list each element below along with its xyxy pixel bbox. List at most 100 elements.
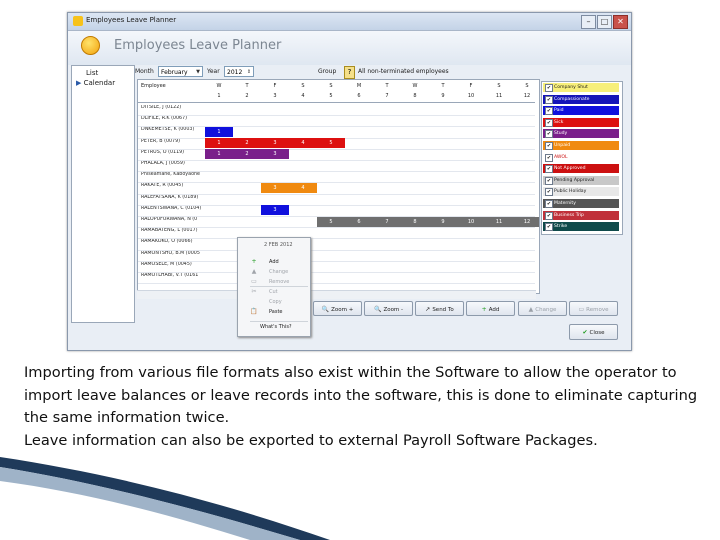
plus-icon: + [481,306,487,313]
legend-checkbox-icon[interactable]: ✔ [545,130,553,139]
employee-row-name[interactable]: RAMONTSHO, B.M (0005 [141,251,205,256]
leave-cell[interactable]: 1 [205,149,233,160]
leave-cell[interactable]: 1 [205,138,233,149]
legend-item-label: Strike [554,224,568,230]
legend-item[interactable]: ✔ Sick [543,117,619,127]
leave-cell[interactable]: 4 [289,138,317,149]
maximize-button[interactable]: □ [597,15,612,29]
legend-checkbox-icon[interactable]: ✔ [545,107,553,116]
employee-row-name[interactable]: DLIFILE, R.K (0067) [141,116,205,121]
legend-checkbox-icon[interactable]: ✔ [545,176,553,185]
leave-cell[interactable]: 11 [485,216,513,227]
group-value[interactable]: All non-terminated employees [358,68,449,75]
nav-item-list[interactable]: List [86,69,98,77]
leave-cell[interactable]: 10 [457,216,485,227]
legend-item[interactable]: ✔ Public Holiday [543,187,619,197]
legend-item[interactable]: ✔ Strike [543,222,619,232]
legend-item[interactable]: ✔ Company Shut [543,83,619,92]
legend-item-label: Compassionate [554,96,590,102]
help-icon[interactable]: ? [344,66,355,79]
context-menu-item[interactable]: Copy [269,299,282,305]
legend-checkbox-icon[interactable]: ✔ [545,142,553,150]
day-of-week-header: M [356,83,362,89]
leave-cell[interactable]: 3 [261,205,289,216]
legend-checkbox-icon[interactable]: ✔ [545,200,553,208]
zoom-out-label: Zoom - [383,307,404,313]
context-menu-item[interactable]: Change [269,269,288,275]
legend-item[interactable]: ✔ Compassionate [543,94,619,104]
legend-checkbox-icon[interactable]: ✔ [545,84,553,92]
legend-item[interactable]: ✔ Study [543,129,619,139]
add-button[interactable]: + Add [466,301,515,316]
employee-row-name[interactable]: RAMOTLHABI, V.T (0161 [141,273,205,278]
legend-checkbox-icon[interactable]: ✔ [545,118,553,127]
menu-item-icon: + [251,258,257,265]
legend-checkbox-icon[interactable]: ✔ [545,211,553,220]
send-to-button[interactable]: ↗ Send To [415,301,464,316]
remove-button[interactable]: ▭ Remove [569,301,618,316]
legend-checkbox-icon[interactable]: ✔ [545,153,553,162]
leave-cell[interactable]: 2 [233,149,261,160]
legend-checkbox-icon[interactable]: ✔ [545,223,553,232]
legend-item[interactable]: ✔ Maternity [543,199,619,208]
change-button[interactable]: ▲ Change [518,301,567,316]
magnifier-plus-icon: 🔍 [321,306,330,313]
context-menu-item[interactable]: Cut [269,289,278,295]
leave-cell[interactable]: 3 [261,138,289,149]
horizontal-scrollbar[interactable] [137,290,536,299]
legend-checkbox-icon[interactable]: ✔ [545,165,553,174]
year-spinner[interactable]: 2012 ⇕ [224,66,254,77]
leave-cell[interactable]: 12 [513,216,539,227]
legend-item-label: Company Shut [554,85,588,90]
leave-cell[interactable]: 3 [261,149,289,160]
zoom-out-button[interactable]: 🔍 Zoom - [364,301,413,316]
employee-row-name[interactable]: RALOPUFURWANA, N (0 [141,217,205,222]
employee-row-name[interactable]: RAKATE, R (0045) [141,183,205,188]
legend-item[interactable]: ✔ Unpaid [543,141,619,150]
employee-row-name[interactable]: RAMAKOKO, O (0066) [141,239,205,244]
employee-row-name[interactable]: PHALALA, J (0059) [141,161,205,166]
employee-row-name[interactable]: DNKEMETSE, K (0003) [141,127,205,132]
close-window-button[interactable]: ✕ [613,15,628,29]
leave-cell[interactable]: 5 [317,216,345,227]
day-of-week-header: F [469,83,473,89]
close-button[interactable]: ✔ Close [569,324,618,340]
legend-item[interactable]: ✔ Not Approved [543,164,619,174]
context-menu-item[interactable]: Paste [269,309,283,315]
month-select[interactable]: February ▼ [158,66,203,77]
nav-item-calendar[interactable]: ▶ Calendar [76,79,115,87]
zoom-in-button[interactable]: 🔍 Zoom + [313,301,362,316]
day-number-header: 5 [329,93,333,99]
leave-cell[interactable]: 9 [429,216,457,227]
leave-calendar-grid[interactable]: Employee W 1 T 2 F 3 S 4 S 5 M 6 T 7 W 8 T 9 F 10 S 11 S 12 DITS… [137,79,540,294]
leave-cell[interactable]: 2 [233,138,261,149]
employee-row-name[interactable]: RALEFATSANA, K (0189) [141,195,205,200]
employee-row-name[interactable]: PETER, B (0079) [141,139,205,144]
context-menu-item[interactable]: What's This? [260,324,292,330]
context-menu-item[interactable]: Remove [269,279,289,285]
legend-checkbox-icon[interactable]: ✔ [545,188,553,197]
employee-row-name[interactable]: RALENTSWANA, C (0104) [141,206,205,211]
leave-cell[interactable]: 8 [401,216,429,227]
employee-row-name[interactable]: DITSILE, J (0122) [141,105,205,110]
leave-cell[interactable]: 6 [345,216,373,227]
legend-item[interactable]: ✔ Pending Approval [543,175,619,185]
leave-cell[interactable]: 3 [261,183,289,193]
employee-row-name[interactable]: Phiseamane, Kaboyaone [141,172,205,177]
leave-cell[interactable]: 4 [289,183,317,193]
group-label: Group [318,68,337,75]
employee-row-name[interactable]: PETRUS, O (0119) [141,150,205,155]
view-navigation: List ▶ Calendar [71,65,135,323]
context-menu-item[interactable]: Add [269,259,279,265]
employee-row-name[interactable]: RAMOSELE, M (0045) [141,262,205,267]
leave-cell[interactable]: 7 [373,216,401,227]
employee-row-name[interactable]: RAMABATENG, L (0017) [141,228,205,233]
leave-cell[interactable]: 5 [317,138,345,149]
legend-item-label: Unpaid [554,143,571,148]
legend-item[interactable]: ✔ Business Trip [543,210,619,220]
legend-item[interactable]: ✔ Paid [543,106,619,116]
legend-item[interactable]: ✔ AWOL [543,152,619,162]
leave-cell[interactable]: 1 [205,127,233,137]
minimize-button[interactable]: – [581,15,596,29]
legend-checkbox-icon[interactable]: ✔ [545,95,553,104]
